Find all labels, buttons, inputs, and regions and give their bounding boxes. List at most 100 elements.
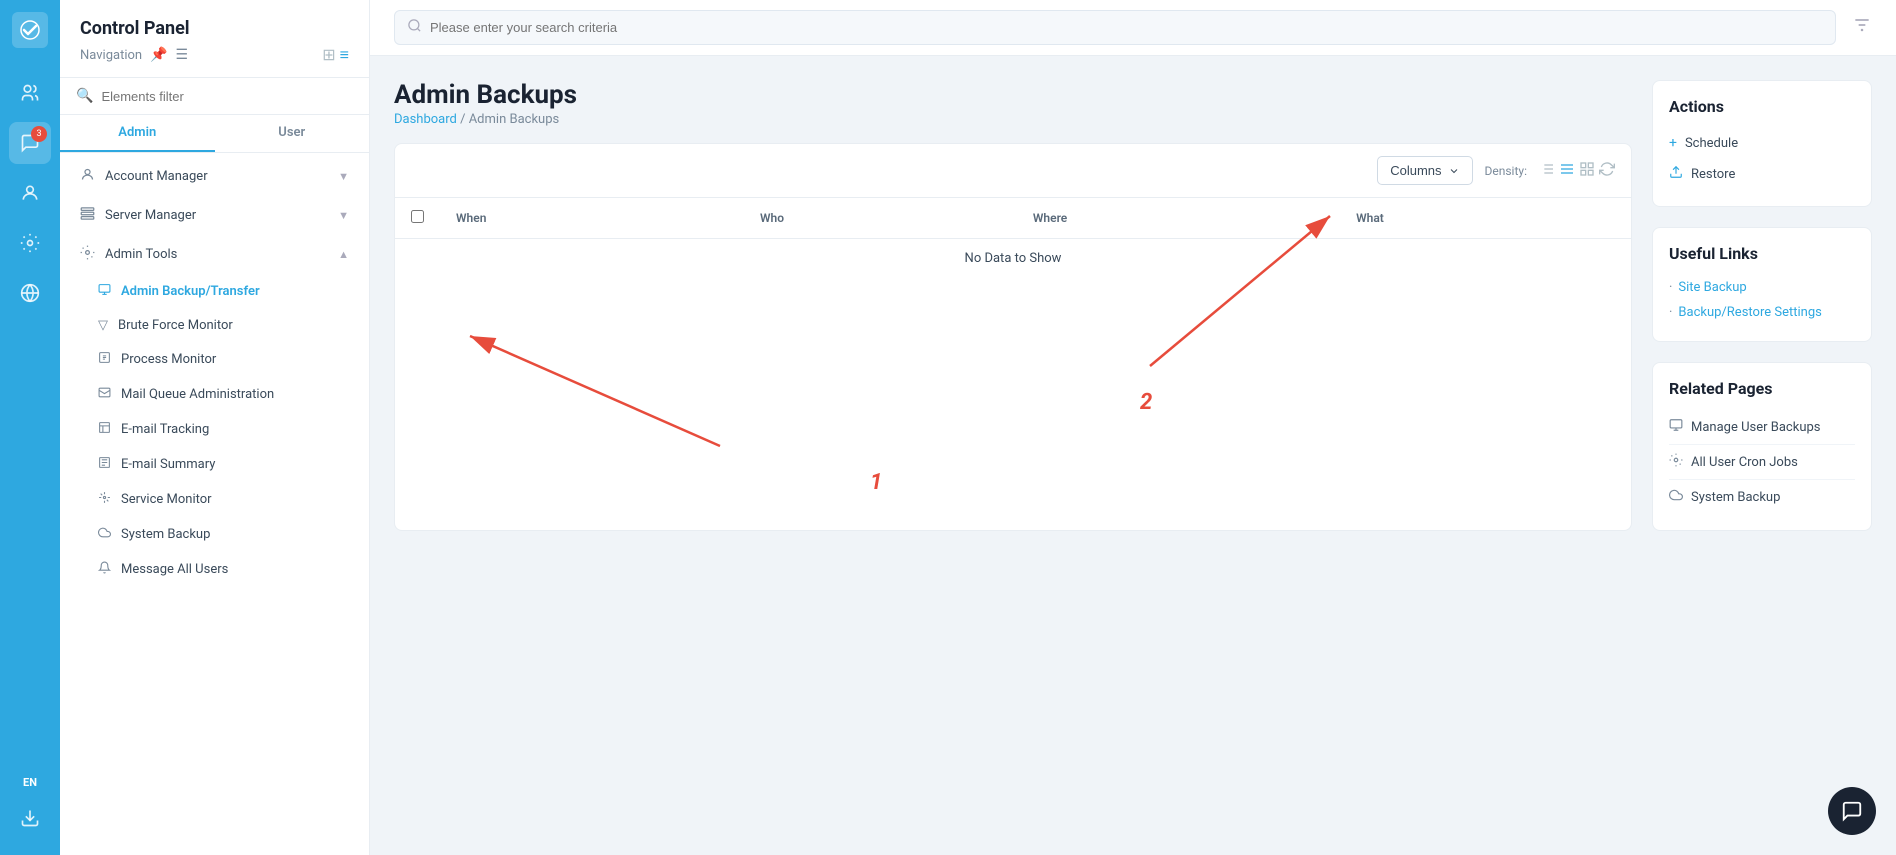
sidebar-subitem-mail-queue[interactable]: Mail Queue Administration [60,377,369,412]
view-toggle: ⊞ ≡ [322,45,349,65]
sidebar-subitem-admin-backup[interactable]: Admin Backup/Transfer [60,274,369,309]
sidebar-item-admin-tools[interactable]: Admin Tools ▲ [60,235,369,274]
schedule-action[interactable]: + Schedule [1669,128,1855,158]
list-icon[interactable]: ☰ [176,47,189,63]
sidebar-subitem-message-all-users[interactable]: Message All Users [60,552,369,587]
nav-download-icon[interactable] [9,797,51,839]
density-label: Density: [1485,164,1528,178]
columns-button[interactable]: Columns [1377,156,1472,185]
th-when: When [440,198,744,239]
sidebar-subitem-service-monitor[interactable]: Service Monitor [60,482,369,517]
sidebar: Control Panel Navigation 📌 ☰ ⊞ ≡ 🔍 Admin… [60,0,370,855]
message-all-users-icon [98,561,111,578]
system-backup-link[interactable]: System Backup [1669,480,1855,514]
sidebar-subitem-email-tracking[interactable]: E-mail Tracking [60,412,369,447]
admin-tools-label: Admin Tools [105,247,328,262]
actions-panel: Actions + Schedule Restore [1652,80,1872,207]
breadcrumb: Dashboard / Admin Backups [394,112,1632,127]
nav-globe-icon[interactable] [9,272,51,314]
select-all-checkbox[interactable] [411,210,424,223]
restore-action[interactable]: Restore [1669,158,1855,190]
density-medium-btn[interactable] [1559,161,1575,181]
sidebar-subitem-system-backup[interactable]: System Backup [60,517,369,552]
sidebar-subitem-brute-force[interactable]: ▽ Brute Force Monitor [60,309,369,342]
site-backup-link[interactable]: · Site Backup [1669,275,1855,300]
link-dot-2: · [1669,305,1672,320]
useful-links-title: Useful Links [1669,244,1855,263]
sidebar-header: Control Panel Navigation 📌 ☰ ⊞ ≡ [60,0,369,78]
nav-settings-icon[interactable] [9,222,51,264]
language-label[interactable]: EN [23,776,37,789]
schedule-label: Schedule [1685,136,1738,151]
all-user-cron-jobs-label: All User Cron Jobs [1691,455,1798,470]
chat-fab[interactable] [1828,787,1876,835]
search-icon [407,18,422,37]
related-pages-title: Related Pages [1669,379,1855,398]
message-all-users-label: Message All Users [121,562,228,577]
density-compact-btn[interactable] [1539,161,1555,181]
search-wrap [394,10,1836,45]
cron-jobs-icon [1669,453,1683,471]
content-panel: Admin Backups Dashboard / Admin Backups … [394,80,1632,531]
process-monitor-icon [98,351,111,368]
search-input[interactable] [430,20,1823,35]
nav-profile-icon[interactable] [9,172,51,214]
list-view-btn[interactable]: ≡ [340,45,349,65]
icon-bar-bottom: EN [9,776,51,855]
sidebar-filter: 🔍 [60,78,369,115]
link-dot-1: · [1669,280,1672,295]
system-backup-related-label: System Backup [1691,490,1780,505]
sidebar-subitem-email-summary[interactable]: E-mail Summary [60,447,369,482]
nav-messages-icon[interactable]: 3 [9,122,51,164]
admin-backup-icon [98,283,111,300]
breadcrumb-home[interactable]: Dashboard [394,112,457,127]
sidebar-item-account-manager[interactable]: Account Manager ▼ [60,157,369,196]
useful-links-panel: Useful Links · Site Backup · Backup/Rest… [1652,227,1872,342]
refresh-btn[interactable] [1599,161,1615,181]
manage-user-backups-link[interactable]: Manage User Backups [1669,410,1855,445]
nav-users-icon[interactable] [9,72,51,114]
breadcrumb-current: Admin Backups [469,112,560,127]
email-tracking-icon [98,421,111,438]
server-manager-label: Server Manager [105,208,328,223]
mail-queue-icon [98,386,111,403]
tab-user[interactable]: User [215,115,370,152]
top-bar [370,0,1896,56]
mail-queue-label: Mail Queue Administration [121,387,274,402]
admin-backup-label: Admin Backup/Transfer [121,284,260,299]
density-comfortable-btn[interactable] [1579,161,1595,181]
all-user-cron-jobs-link[interactable]: All User Cron Jobs [1669,445,1855,480]
email-tracking-label: E-mail Tracking [121,422,209,437]
manage-backups-icon [1669,418,1683,436]
grid-view-btn[interactable]: ⊞ [322,45,335,65]
email-summary-label: E-mail Summary [121,457,215,472]
density-buttons [1539,161,1615,181]
th-where: Where [1017,198,1340,239]
app-logo[interactable] [12,12,48,48]
admin-tools-chevron: ▲ [338,248,349,261]
sidebar-subitem-process-monitor[interactable]: Process Monitor [60,342,369,377]
message-badge: 3 [31,126,47,142]
system-backup-related-icon [1669,488,1683,506]
schedule-icon: + [1669,135,1677,151]
filter-icon: 🔍 [76,88,93,104]
elements-filter-input[interactable] [101,89,353,104]
related-pages-panel: Related Pages Manage User Backups All Us… [1652,362,1872,531]
account-manager-chevron: ▼ [338,170,349,183]
account-manager-label: Account Manager [105,169,328,184]
tab-admin[interactable]: Admin [60,115,215,152]
brute-force-icon: ▽ [98,318,108,333]
icon-bar: 3 EN [0,0,60,855]
system-backup-icon [98,526,111,543]
sidebar-title: Control Panel [80,18,349,39]
pin-icon[interactable]: 📌 [150,47,167,63]
backup-restore-settings-link[interactable]: · Backup/Restore Settings [1669,300,1855,325]
filter-settings-icon[interactable] [1852,15,1872,40]
account-manager-icon [80,167,95,186]
th-what: What [1340,198,1631,239]
sidebar-item-server-manager[interactable]: Server Manager ▼ [60,196,369,235]
server-manager-icon [80,206,95,225]
nav-label: Navigation [80,48,142,63]
right-panel: Actions + Schedule Restore Useful Links [1652,80,1872,531]
table-body: No Data to Show [395,239,1631,279]
